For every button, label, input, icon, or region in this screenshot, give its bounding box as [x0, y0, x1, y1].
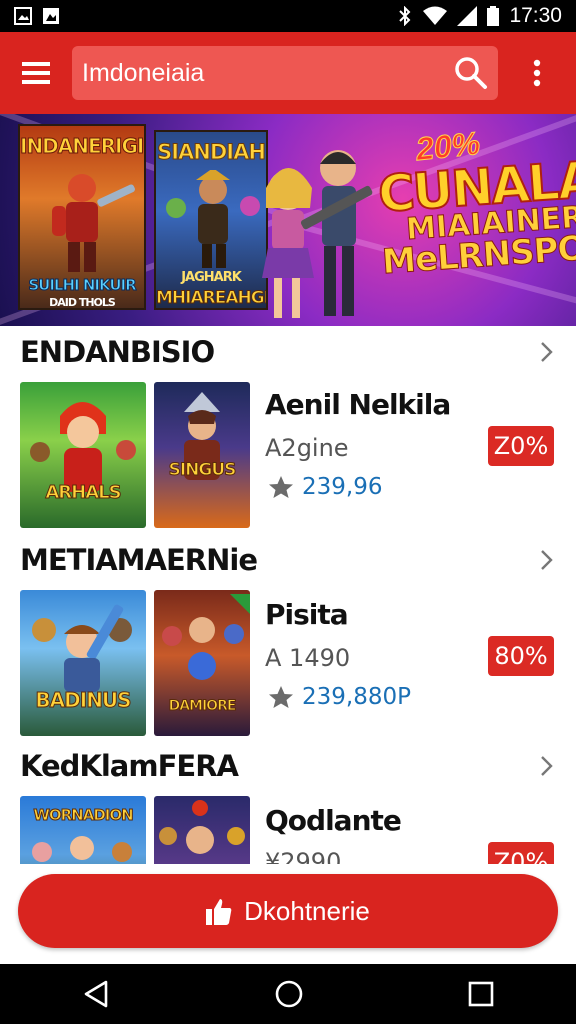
banner-game-cover-1[interactable]: INDANERIGIN SUILHI NIKUIR DAID THOLS: [18, 124, 146, 310]
discount-badge: Z0%: [488, 426, 554, 466]
hero-art: [32, 836, 132, 862]
back-icon[interactable]: [82, 979, 110, 1009]
menu-icon: [22, 62, 50, 84]
system-nav-bar: [0, 964, 576, 1024]
search-input[interactable]: [82, 58, 454, 88]
section-header[interactable]: KedKlamFERA: [0, 744, 576, 788]
image-icon: [43, 8, 59, 24]
cover-title: ARHALS: [45, 482, 122, 504]
cover-title: WORNADION: [33, 806, 134, 825]
hero-art: [162, 594, 250, 680]
game-name[interactable]: Qodlante: [265, 804, 402, 837]
home-icon[interactable]: [274, 979, 304, 1009]
game-thumbnail[interactable]: DAMIORE: [154, 590, 250, 736]
chevron-right-icon[interactable]: [536, 340, 556, 364]
hero-art: [32, 604, 132, 692]
gallery-icon: [14, 7, 32, 25]
hero-art: [159, 800, 245, 854]
game-name[interactable]: Pisita: [265, 598, 349, 631]
cover-footer-bottom: DAID THOLS: [49, 296, 116, 309]
hero-art: [184, 392, 220, 480]
more-vert-icon: [533, 59, 541, 87]
search-icon[interactable]: [454, 56, 488, 90]
section-header[interactable]: METIAMAERNie: [0, 538, 576, 582]
game-price: ¥2990: [265, 848, 342, 864]
game-row[interactable]: WORNADION Qodlante ¥2990 Z0%: [0, 796, 576, 864]
search-bar[interactable]: [72, 46, 498, 100]
game-price: A2gine: [265, 434, 349, 462]
download-button-label: Dkohtnerie: [244, 895, 370, 926]
cover-title: BADINUS: [35, 688, 132, 713]
game-thumbnail[interactable]: [154, 796, 250, 864]
game-row[interactable]: ARHALS SINGUS Aenil Nelkila A2gine 239,9…: [0, 382, 576, 530]
heroes-figure: [166, 170, 260, 268]
cover-footer-top: JAGHARK: [181, 270, 242, 285]
star-icon: [269, 476, 293, 498]
section-header[interactable]: ENDANBISIO: [0, 330, 576, 374]
section-title: KedKlamFERA: [20, 749, 239, 783]
bluetooth-icon: [399, 6, 411, 26]
clock: 17:30: [509, 4, 562, 27]
phone-screen: 17:30 INDANERIGIN SU: [0, 0, 576, 1024]
game-thumbnail[interactable]: WORNADION: [20, 796, 146, 864]
game-rating: 239,880P: [268, 684, 411, 710]
chevron-right-icon[interactable]: [536, 754, 556, 778]
signal-icon: [457, 6, 478, 26]
promo-banner[interactable]: INDANERIGIN SUILHI NIKUIR DAID THOLS SIA…: [0, 114, 576, 326]
more-options-button[interactable]: [498, 32, 576, 114]
game-rating: 239,96: [268, 474, 382, 500]
cover-title: INDANERIGIN: [20, 134, 146, 159]
rating-value: 239,96: [302, 474, 383, 500]
cover-title: DAMIORE: [168, 698, 237, 715]
game-name[interactable]: Aenil Nelkila: [265, 388, 451, 421]
cover-title: SIANDIAH: [157, 140, 266, 165]
star-icon: [269, 686, 293, 708]
battery-icon: [487, 6, 500, 26]
game-thumbnail[interactable]: SINGUS: [154, 382, 250, 528]
wifi-icon: [423, 6, 448, 25]
game-row[interactable]: BADINUS DAMIORE Pisita A 1490 239,880P 8…: [0, 590, 576, 738]
hero-art: [30, 402, 136, 492]
section-title: METIAMAERNie: [20, 543, 258, 577]
discount-badge: Z0%: [488, 842, 554, 864]
cta-container: Dkohtnerie: [0, 864, 576, 964]
banner-characters: [262, 150, 373, 318]
recents-icon[interactable]: [468, 981, 494, 1007]
warrior-figure: [52, 174, 135, 272]
rating-value: 239,880P: [302, 684, 411, 710]
discount-badge: 80%: [488, 636, 554, 676]
banner-game-cover-2[interactable]: SIANDIAH JAGHARK MHIAREAHGE: [154, 130, 268, 310]
status-bar: 17:30: [0, 0, 576, 32]
thumbs-up-icon: [206, 899, 232, 925]
game-thumbnail[interactable]: ARHALS: [20, 382, 146, 528]
app-bar: [0, 32, 576, 114]
cover-footer-bottom: MHIAREAHGE: [156, 288, 268, 309]
game-price: A 1490: [265, 644, 351, 672]
game-thumbnail[interactable]: BADINUS: [20, 590, 146, 736]
section-title: ENDANBISIO: [20, 335, 215, 369]
chevron-right-icon[interactable]: [536, 548, 556, 572]
cover-footer-top: SUILHI NIKUIR: [28, 276, 137, 295]
cover-title: SINGUS: [168, 460, 237, 481]
menu-button[interactable]: [0, 32, 72, 114]
download-button[interactable]: Dkohtnerie: [18, 874, 558, 948]
